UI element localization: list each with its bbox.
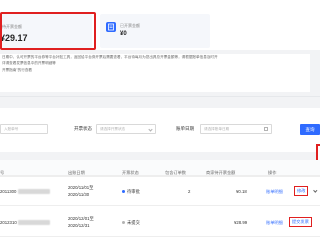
invoice-icon <box>106 22 116 32</box>
row1-edit-link[interactable]: 修改 <box>294 186 309 196</box>
row-divider <box>0 236 320 237</box>
date-picker[interactable]: 请选择账单日期 <box>200 124 272 134</box>
row1-order-count: 2 <box>188 189 191 194</box>
masked-text <box>18 220 50 225</box>
status-select[interactable]: 请选择开票状态 <box>96 124 156 134</box>
row2-submit-invoice-link[interactable]: 提交发票 <box>289 217 312 227</box>
row1-amount: ¥0.18 <box>236 189 247 194</box>
row2-status: 未提交 <box>127 220 140 225</box>
row1-bill-detail-link[interactable]: 账单明细 <box>266 189 283 195</box>
issued-amount-card <box>100 14 210 48</box>
date-picker-placeholder: 请选择账单日期 <box>204 127 230 131</box>
row2-date-from: 2020/12/01至 <box>68 216 94 221</box>
bill-number-input[interactable]: 入账单号 <box>0 124 48 134</box>
row2-bill-detail-link[interactable]: 账单明细 <box>266 220 283 226</box>
row1-bill-no: 2011300 <box>0 189 17 194</box>
date-filter-label: 账单日期 <box>176 126 194 131</box>
filter-bar <box>0 108 320 152</box>
issued-amount-value: ¥0 <box>120 31 127 37</box>
status-dot <box>122 221 125 224</box>
invoice-notes: 日期中，认可开票的平台券等平台补贴工具，返回给平台券开票后需要查看，平台待每月为… <box>0 54 310 92</box>
row2-date-to: 2020/12/31 <box>68 223 90 228</box>
status-select-placeholder: 请选择开票状态 <box>100 127 126 131</box>
row1-status: 待审批 <box>127 189 140 194</box>
query-button[interactable]: 查询 <box>300 124 320 135</box>
status-filter-label: 开票状态 <box>74 126 92 131</box>
calendar-icon <box>264 127 268 131</box>
masked-text <box>18 189 50 194</box>
row-divider <box>0 205 320 206</box>
status-dot <box>122 190 125 193</box>
note-line: 开票指南"的行查看 <box>2 67 33 72</box>
issued-amount-label: 已开票金额 <box>120 23 140 28</box>
pending-highlight-frame <box>0 12 96 50</box>
row2-bill-no: 2012310 <box>0 220 17 225</box>
row1-date-to: 2020/11/30 <box>68 192 90 197</box>
row1-date-from: 2020/11/01至 <box>68 185 94 190</box>
section-divider <box>0 96 320 97</box>
row-divider <box>0 176 320 177</box>
chevron-down-icon <box>148 127 153 132</box>
row2-amount: ¥28.99 <box>234 220 248 225</box>
